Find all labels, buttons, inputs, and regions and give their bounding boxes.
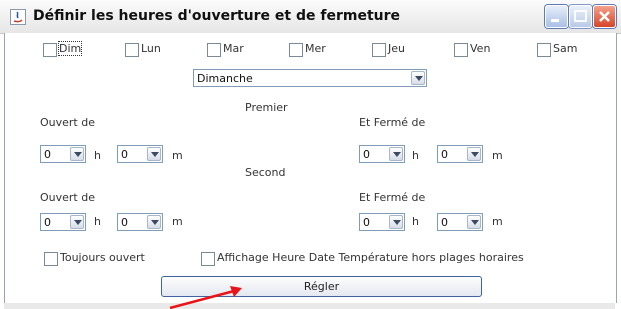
close-minute-value-1: 0 <box>441 148 448 161</box>
chevron-down-icon[interactable] <box>389 215 403 229</box>
checkbox-label-sam: Sam <box>553 42 578 55</box>
open-minute-value-1: 0 <box>121 148 128 161</box>
checkbox-label-ven: Ven <box>470 42 491 55</box>
label-ouvert-de-2: Ouvert de <box>40 191 95 204</box>
checkbox-ven[interactable] <box>454 43 468 57</box>
checkbox-jeu[interactable] <box>372 43 386 57</box>
chevron-down-icon[interactable] <box>147 147 161 161</box>
label-toujours-ouvert: Toujours ouvert <box>60 251 145 264</box>
minimize-button[interactable] <box>545 5 568 28</box>
label-ferme-de-1: Et Fermé de <box>359 116 426 129</box>
chevron-down-icon[interactable] <box>467 147 481 161</box>
unit-m-4: m <box>492 215 503 228</box>
checkbox-sam[interactable] <box>537 43 551 57</box>
java-app-icon <box>10 9 26 25</box>
checkbox-label-dim: Dim <box>57 41 83 56</box>
chevron-down-icon[interactable] <box>70 215 84 229</box>
day-select-value: Dimanche <box>197 72 253 85</box>
label-ouvert-de-1: Ouvert de <box>40 116 95 129</box>
minimize-icon <box>551 19 559 22</box>
close-icon <box>599 11 610 22</box>
chevron-down-icon[interactable] <box>411 71 425 85</box>
checkbox-lun[interactable] <box>125 43 139 57</box>
close-minute-select-1[interactable]: 0 <box>437 145 483 163</box>
unit-h-4: h <box>412 215 419 228</box>
chevron-down-icon[interactable] <box>467 215 481 229</box>
maximize-icon <box>574 10 587 22</box>
close-button[interactable] <box>593 5 616 28</box>
open-hour-value-2: 0 <box>44 216 51 229</box>
checkbox-mar[interactable] <box>207 43 221 57</box>
unit-h-2: h <box>412 149 419 162</box>
heading-second: Second <box>245 166 286 179</box>
unit-m-2: m <box>492 149 503 162</box>
unit-h-1: h <box>94 149 101 162</box>
unit-h-3: h <box>94 215 101 228</box>
chevron-down-icon[interactable] <box>389 147 403 161</box>
checkbox-label-mer: Mer <box>305 42 326 55</box>
close-hour-value-2: 0 <box>363 216 370 229</box>
label-affichage: Affichage Heure Date Température hors pl… <box>217 251 524 264</box>
open-minute-value-2: 0 <box>121 216 128 229</box>
dialog-window: Définir les heures d'ouverture et de fer… <box>0 0 621 309</box>
close-minute-value-2: 0 <box>441 216 448 229</box>
checkbox-label-mar: Mar <box>223 42 244 55</box>
maximize-button[interactable] <box>569 5 592 28</box>
unit-m-1: m <box>172 149 183 162</box>
open-hour-value-1: 0 <box>44 148 51 161</box>
chevron-down-icon[interactable] <box>70 147 84 161</box>
title-bar[interactable]: Définir les heures d'ouverture et de fer… <box>0 0 621 34</box>
chevron-down-icon[interactable] <box>147 215 161 229</box>
window-bottom-edge <box>4 303 615 309</box>
open-minute-select-2[interactable]: 0 <box>117 213 163 231</box>
close-hour-value-1: 0 <box>363 148 370 161</box>
checkbox-label-lun: Lun <box>141 42 161 55</box>
heading-premier: Premier <box>245 101 288 114</box>
checkbox-affichage[interactable] <box>201 252 215 266</box>
checkbox-toujours-ouvert[interactable] <box>44 252 58 266</box>
close-minute-select-2[interactable]: 0 <box>437 213 483 231</box>
close-hour-select-2[interactable]: 0 <box>359 213 405 231</box>
open-hour-select-1[interactable]: 0 <box>40 145 86 163</box>
close-hour-select-1[interactable]: 0 <box>359 145 405 163</box>
checkbox-dim[interactable] <box>43 43 57 57</box>
unit-m-3: m <box>172 215 183 228</box>
checkbox-mer[interactable] <box>289 43 303 57</box>
window-title: Définir les heures d'ouverture et de fer… <box>33 8 401 24</box>
label-ferme-de-2: Et Fermé de <box>359 191 426 204</box>
annotation-arrow-icon <box>169 286 242 309</box>
open-hour-select-2[interactable]: 0 <box>40 213 86 231</box>
checkbox-label-jeu: Jeu <box>388 42 405 55</box>
open-minute-select-1[interactable]: 0 <box>117 145 163 163</box>
day-select[interactable]: Dimanche <box>193 69 427 87</box>
